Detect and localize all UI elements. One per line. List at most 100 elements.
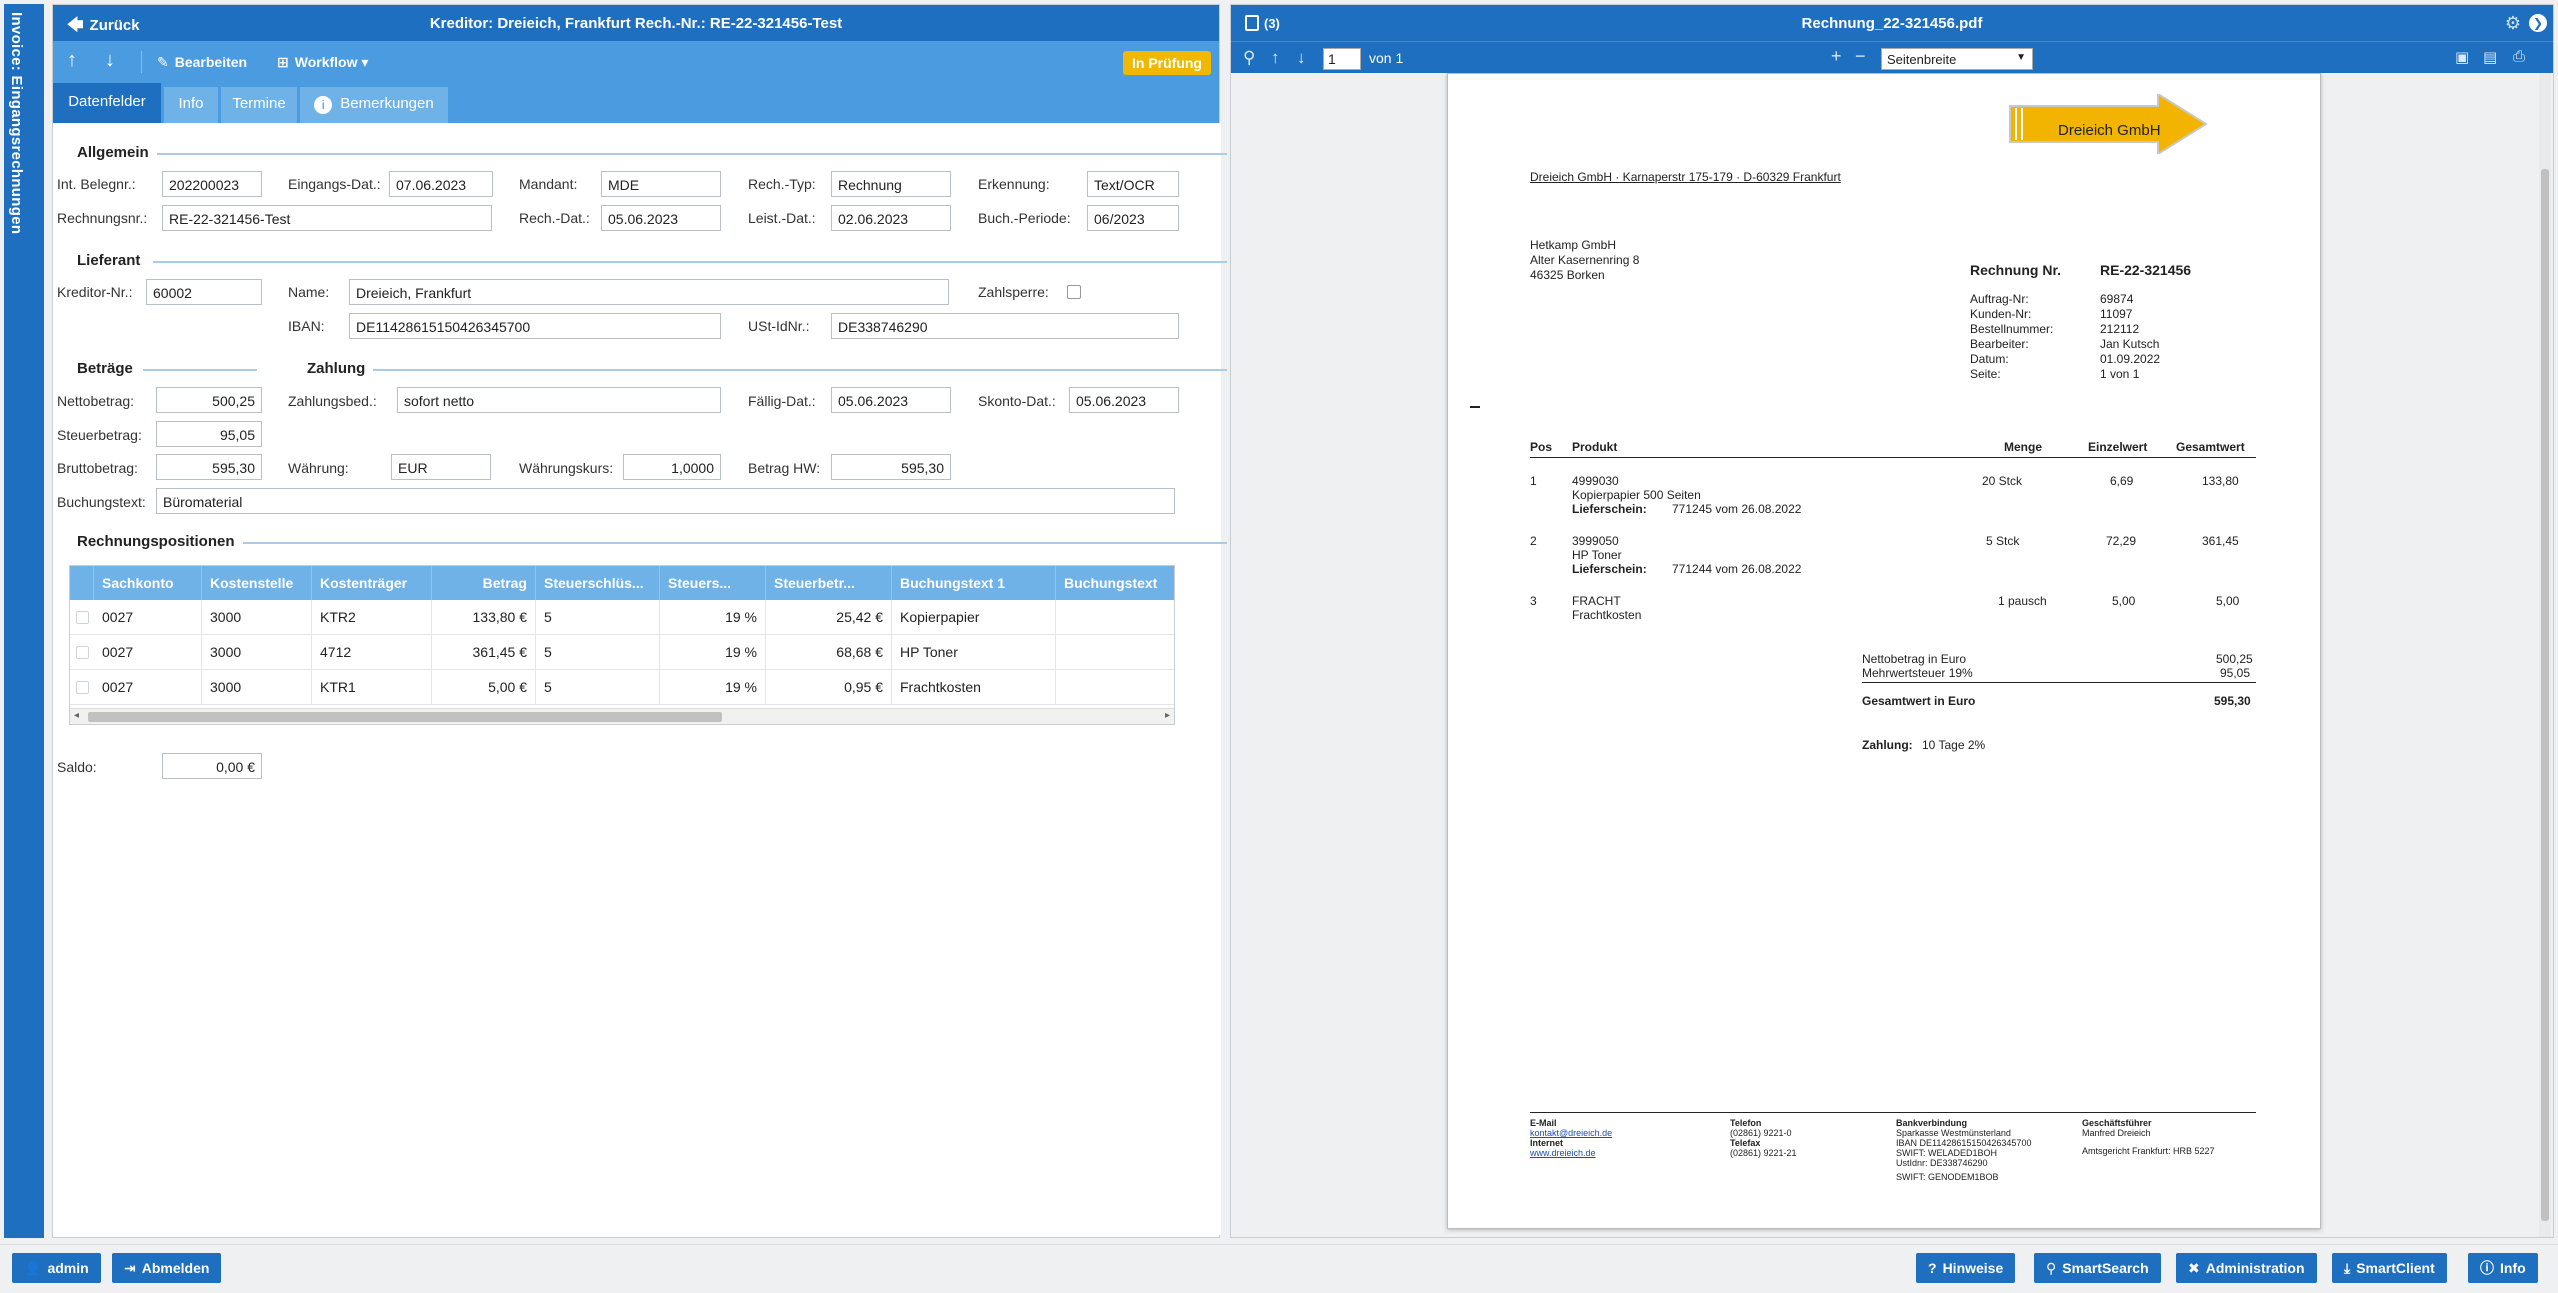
footer-internet-link[interactable]: www.dreieich.de bbox=[1530, 1148, 1596, 1158]
form-area: Allgemein Int. Belegnr.: 202200023 Einga… bbox=[53, 123, 1227, 1235]
user-button[interactable]: 👤 admin bbox=[12, 1253, 101, 1283]
steuerbetrag-label: Steuerbetrag: bbox=[57, 427, 142, 443]
leist-dat-field[interactable]: 02.06.2023 bbox=[831, 205, 951, 231]
kreditor-nr-field[interactable]: 60002 bbox=[146, 279, 262, 305]
col-buchungstext2[interactable]: Buchungstext bbox=[1056, 566, 1174, 600]
saldo-field[interactable]: 0,00 € bbox=[162, 753, 262, 779]
grid-scrollbar[interactable]: ◂ ▸ bbox=[70, 708, 1174, 724]
table-row[interactable]: 0027 3000 KTR1 5,00 € 5 19 % 0,95 € Frac… bbox=[70, 670, 1174, 705]
col-steuersatz[interactable]: Steuers... bbox=[660, 566, 766, 600]
scrollbar-thumb[interactable] bbox=[2541, 169, 2549, 1221]
row-checkbox[interactable] bbox=[76, 681, 89, 694]
col-kostentraeger[interactable]: Kostenträger bbox=[312, 566, 432, 600]
betrag-hw-label: Betrag HW: bbox=[748, 460, 821, 476]
nettobetrag-field[interactable]: 500,25 bbox=[156, 387, 262, 413]
smartclient-button[interactable]: ⤓ SmartClient bbox=[2332, 1253, 2447, 1283]
faellig-dat-field[interactable]: 05.06.2023 bbox=[831, 387, 951, 413]
sender-line: Dreieich GmbH · Karnaperstr 175-179 · D-… bbox=[1530, 170, 1841, 184]
module-label[interactable]: Invoice: Eingangsrechnungen bbox=[8, 12, 25, 234]
section-zahlung: Zahlung bbox=[307, 360, 366, 377]
item-total: 5,00 bbox=[2216, 594, 2240, 608]
smartsearch-button[interactable]: ⚲ SmartSearch bbox=[2034, 1253, 2161, 1283]
search-icon[interactable]: ⚲ bbox=[1243, 48, 1255, 68]
table-row[interactable]: 0027 3000 4712 361,45 € 5 19 % 68,68 € H… bbox=[70, 635, 1174, 670]
gear-icon[interactable]: ⚙ bbox=[2503, 13, 2523, 33]
name-field[interactable]: Dreieich, Frankfurt bbox=[349, 279, 949, 305]
cell-steuerschluessel: 5 bbox=[536, 600, 660, 635]
zoom-select[interactable]: Seitenbreite ▼ bbox=[1881, 48, 2033, 70]
mandant-field[interactable]: MDE bbox=[601, 171, 721, 197]
erkennung-field[interactable]: Text/OCR bbox=[1087, 171, 1179, 197]
zoom-value: Seitenbreite bbox=[1887, 52, 1957, 67]
scrollbar-thumb[interactable] bbox=[88, 712, 722, 722]
zoom-in-icon[interactable]: + bbox=[1831, 46, 1842, 67]
meta-value: 1 von 1 bbox=[2100, 367, 2140, 381]
col-steuerbetrag[interactable]: Steuerbetr... bbox=[766, 566, 892, 600]
info-button[interactable]: ⓘ Info bbox=[2468, 1253, 2538, 1283]
zahlsperre-checkbox[interactable] bbox=[1067, 285, 1081, 299]
rech-typ-field[interactable]: Rechnung bbox=[831, 171, 951, 197]
module-sidebar[interactable]: Invoice: Eingangsrechnungen bbox=[4, 4, 44, 1238]
col-betrag[interactable]: Betrag bbox=[432, 566, 536, 600]
table-row[interactable]: 0027 3000 KTR2 133,80 € 5 19 % 25,42 € K… bbox=[70, 600, 1174, 635]
ust-idnr-field[interactable]: DE338746290 bbox=[831, 313, 1179, 339]
col-sachkonto[interactable]: Sachkonto bbox=[94, 566, 202, 600]
footer-bank-line: SWIFT: GENODEM1BOB bbox=[1896, 1172, 1999, 1182]
tab-termine[interactable]: Termine bbox=[221, 87, 297, 123]
document-icon[interactable]: ▤ bbox=[2483, 48, 2497, 66]
scroll-left-icon[interactable]: ◂ bbox=[74, 710, 79, 721]
save-icon[interactable]: ▣ bbox=[2455, 48, 2469, 66]
arrow-down-icon[interactable]: ↓ bbox=[105, 49, 115, 72]
arrow-up-icon[interactable]: ↑ bbox=[1271, 48, 1280, 68]
col-buchungstext1[interactable]: Buchungstext 1 bbox=[892, 566, 1056, 600]
row-checkbox[interactable] bbox=[76, 646, 89, 659]
footer-fax-label: Telefax bbox=[1730, 1138, 1761, 1148]
logout-button[interactable]: ⇥ Abmelden bbox=[112, 1253, 222, 1283]
col-steuerschluessel[interactable]: Steuerschlüs... bbox=[536, 566, 660, 600]
print-icon[interactable]: ⎙ bbox=[2513, 48, 2525, 65]
pdf-scrollbar[interactable] bbox=[2539, 73, 2551, 1237]
tab-bemerkungen[interactable]: i Bemerkungen bbox=[300, 87, 448, 123]
waehrung-field[interactable]: EUR bbox=[391, 454, 491, 480]
cell-kostentraeger: 4712 bbox=[312, 635, 432, 670]
chevron-right-icon[interactable]: ❯ bbox=[2529, 14, 2547, 32]
skonto-dat-field[interactable]: 05.06.2023 bbox=[1069, 387, 1179, 413]
steuerbetrag-field[interactable]: 95,05 bbox=[156, 421, 262, 447]
tab-datenfelder[interactable]: Datenfelder bbox=[53, 83, 161, 123]
administration-label: Administration bbox=[2205, 1260, 2305, 1276]
administration-button[interactable]: ✖ Administration bbox=[2176, 1253, 2317, 1283]
row-checkbox[interactable] bbox=[76, 611, 89, 624]
smartclient-label: SmartClient bbox=[2356, 1260, 2435, 1276]
bruttobetrag-field[interactable]: 595,30 bbox=[156, 454, 262, 480]
tab-info[interactable]: Info bbox=[164, 87, 218, 123]
betrag-hw-field[interactable]: 595,30 bbox=[831, 454, 951, 480]
rechnungsnr-field[interactable]: RE-22-321456-Test bbox=[162, 205, 492, 231]
zoom-out-icon[interactable]: − bbox=[1855, 46, 1866, 67]
section-divider bbox=[373, 369, 1227, 371]
hints-button[interactable]: ? Hinweise bbox=[1916, 1253, 2016, 1283]
chevron-down-icon: ▾ bbox=[361, 54, 369, 70]
page-number-input[interactable]: 1 bbox=[1323, 48, 1361, 70]
cell-steuerbetrag: 68,68 € bbox=[766, 635, 892, 670]
col-kostenstelle[interactable]: Kostenstelle bbox=[202, 566, 312, 600]
scroll-right-icon[interactable]: ▸ bbox=[1165, 710, 1170, 721]
buch-periode-field[interactable]: 06/2023 bbox=[1087, 205, 1179, 231]
user-label: admin bbox=[47, 1260, 89, 1276]
pdf-canvas[interactable]: Dreieich GmbH Dreieich GmbH · Karnaperst… bbox=[1231, 73, 2553, 1237]
eingangs-dat-field[interactable]: 07.06.2023 bbox=[389, 171, 493, 197]
arrow-up-icon[interactable]: ↑ bbox=[67, 49, 77, 72]
waehrungskurs-field[interactable]: 1,0000 bbox=[623, 454, 721, 480]
buchungstext-field[interactable]: Büromaterial bbox=[156, 488, 1175, 514]
cell-sachkonto: 0027 bbox=[94, 670, 202, 705]
int-belegnr-field[interactable]: 202200023 bbox=[162, 171, 262, 197]
meta-label: Auftrag-Nr: bbox=[1970, 292, 2029, 306]
hints-label: Hinweise bbox=[1942, 1260, 2004, 1276]
edit-button[interactable]: ✎ Bearbeiten bbox=[157, 54, 247, 71]
toolbar-divider bbox=[141, 51, 142, 73]
rech-dat-field[interactable]: 05.06.2023 bbox=[601, 205, 721, 231]
iban-field[interactable]: DE11428615150426345700 bbox=[349, 313, 721, 339]
arrow-down-icon[interactable]: ↓ bbox=[1297, 48, 1306, 68]
workflow-button[interactable]: ⊞ Workflow ▾ bbox=[277, 54, 368, 71]
footer-email-link[interactable]: kontakt@dreieich.de bbox=[1530, 1128, 1612, 1138]
zahlungsbed-field[interactable]: sofort netto bbox=[397, 387, 721, 413]
